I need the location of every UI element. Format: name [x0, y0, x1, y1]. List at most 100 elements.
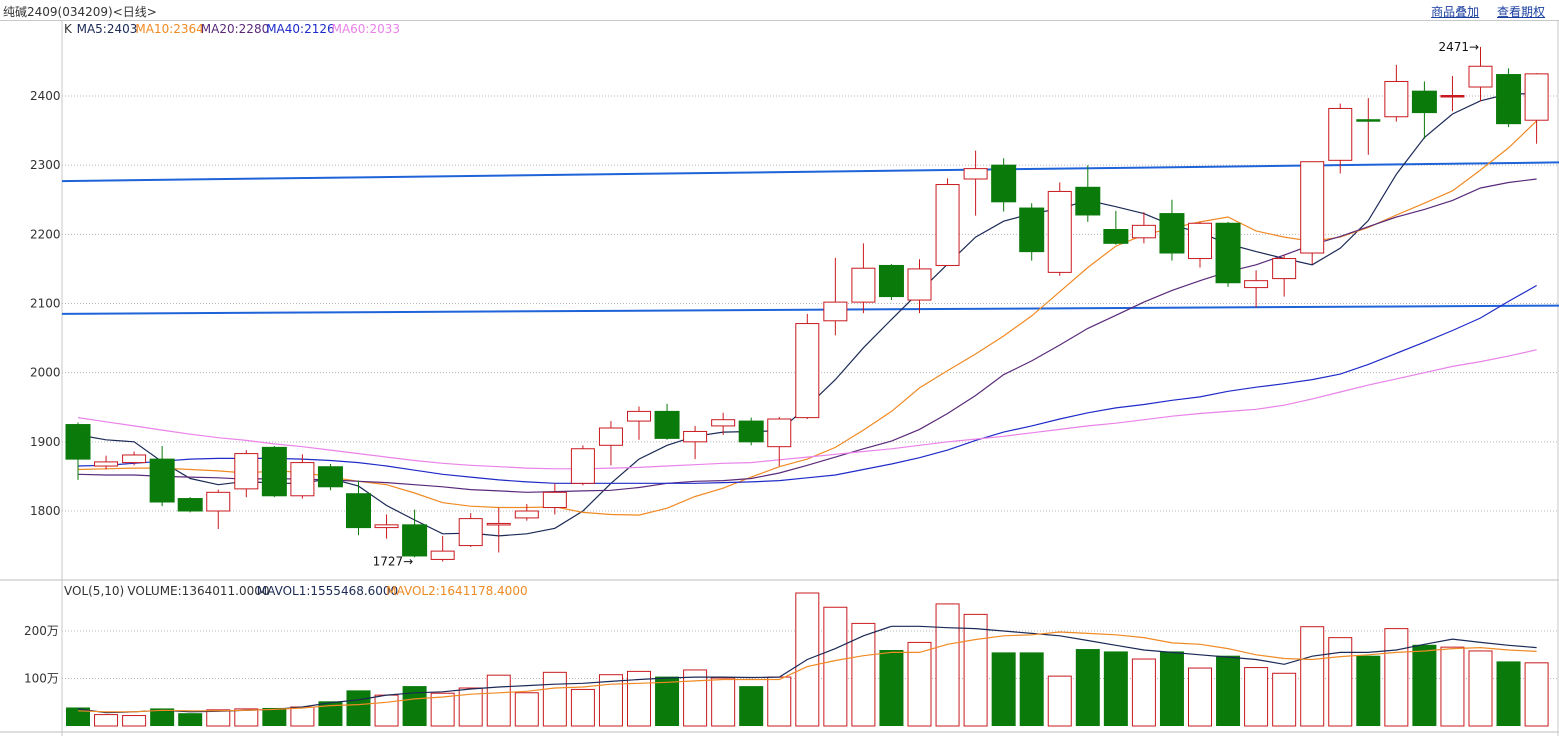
candle-body — [1019, 207, 1045, 253]
candle-1 — [94, 455, 119, 470]
candle-body — [907, 268, 932, 301]
candle-11 — [374, 514, 399, 539]
candle-body — [542, 491, 567, 509]
volume-bar — [234, 708, 259, 727]
candle-body — [122, 454, 147, 464]
candle-46 — [1356, 98, 1381, 155]
vol-tick-label: 200万 — [24, 624, 59, 638]
volume-bar — [1496, 661, 1521, 726]
candle-4 — [177, 497, 203, 513]
volume-bar — [823, 606, 848, 727]
candle-body — [458, 518, 483, 547]
volume-bar — [1440, 646, 1465, 727]
candle-19 — [598, 421, 623, 466]
vol-legend-item-2: MAVOL1:1555468.6000 — [257, 584, 398, 598]
candle-body — [1215, 222, 1241, 284]
volume-bar — [374, 694, 399, 727]
candle-body — [1411, 90, 1437, 114]
volume-bar — [514, 692, 539, 727]
candle-body — [1103, 228, 1129, 244]
volume-bar — [570, 688, 595, 727]
candle-body — [402, 524, 428, 557]
vol-legend-item-0: VOL(5,10) — [64, 584, 124, 598]
candle-3 — [149, 445, 175, 507]
volume-bar — [542, 671, 567, 727]
header-links: 商品叠加 查看期权 — [1417, 3, 1545, 20]
volume-bar — [935, 603, 960, 727]
price-tick-label: 1900 — [30, 435, 61, 449]
volume-bar — [94, 714, 119, 727]
candle-33 — [991, 158, 1017, 212]
volume-bar — [767, 676, 792, 727]
low-annotation: 1727→ — [373, 554, 414, 568]
candle-6 — [234, 450, 259, 498]
candle-body — [627, 410, 651, 422]
legend-item-1: MA5:2403 — [77, 22, 138, 36]
candle-47 — [1384, 64, 1409, 122]
candle-0 — [65, 422, 91, 480]
candle-body — [963, 168, 988, 180]
candle-8 — [290, 454, 315, 499]
view-options-link[interactable]: 查看期权 — [1497, 5, 1545, 19]
volume-bar — [879, 650, 904, 726]
volume-bar — [1216, 655, 1241, 726]
candle-30 — [907, 259, 932, 314]
candle-body — [598, 427, 623, 446]
candle-body — [346, 493, 371, 529]
volume-bar — [991, 652, 1016, 726]
overlay-commodity-link[interactable]: 商品叠加 — [1431, 5, 1479, 19]
vol-legend-item-3: MAVOL2:1641178.4000 — [386, 584, 527, 598]
volume-bar — [1047, 675, 1072, 727]
candle-body — [570, 448, 595, 484]
candle-body — [1244, 280, 1269, 289]
candle-5 — [206, 489, 231, 529]
vol-tick-label: 100万 — [24, 672, 59, 686]
candle-body — [1496, 74, 1522, 125]
volume-bar — [1159, 651, 1184, 726]
candle-body — [261, 446, 287, 497]
candle-body — [430, 550, 455, 560]
candle-body — [206, 491, 231, 512]
volume-bar — [1131, 658, 1156, 727]
price-tick-label: 1800 — [30, 504, 61, 518]
candle-10 — [346, 480, 371, 536]
candle-body — [1468, 65, 1493, 88]
candle-40 — [1188, 221, 1212, 268]
volume-bar — [711, 677, 736, 727]
candle-9 — [317, 463, 343, 491]
candle-43 — [1272, 255, 1297, 297]
legend-item-4: MA40:2126 — [266, 22, 334, 36]
candle-7 — [261, 445, 287, 498]
volume-bar — [1019, 652, 1044, 726]
candle-body — [65, 424, 91, 460]
candle-body — [935, 184, 960, 266]
candle-14 — [458, 513, 483, 547]
candle-16 — [514, 504, 539, 521]
candle-52 — [1524, 73, 1549, 144]
candle-body — [878, 264, 904, 298]
candle-body — [1272, 258, 1297, 280]
vol-legend-item-1: VOLUME:1364011.0000 — [127, 584, 269, 598]
volume-bar — [178, 713, 203, 726]
chart-title: 纯碱2409(034209)<日线> — [3, 5, 157, 19]
candle-37 — [1103, 210, 1129, 245]
candle-31 — [935, 178, 960, 267]
candle-body — [654, 410, 680, 439]
candles — [65, 46, 1549, 562]
candle-body — [1188, 222, 1212, 260]
candle-body — [851, 267, 876, 303]
volume-axis: 100万 200万 — [24, 624, 59, 686]
candle-18 — [570, 445, 595, 486]
volume-bar — [1468, 650, 1493, 727]
candle-body — [234, 453, 259, 490]
price-tick-label: 2400 — [30, 89, 61, 103]
trend-line-upper-trend — [61, 161, 1559, 183]
volume-bar — [1384, 628, 1409, 727]
candle-29 — [878, 264, 904, 301]
candle-body — [149, 458, 175, 503]
candle-51 — [1496, 68, 1522, 128]
candle-body — [374, 524, 399, 529]
price-tick-label: 2200 — [30, 227, 61, 241]
grid — [0, 20, 1559, 736]
high-annotation: 2471→ — [1439, 40, 1480, 54]
